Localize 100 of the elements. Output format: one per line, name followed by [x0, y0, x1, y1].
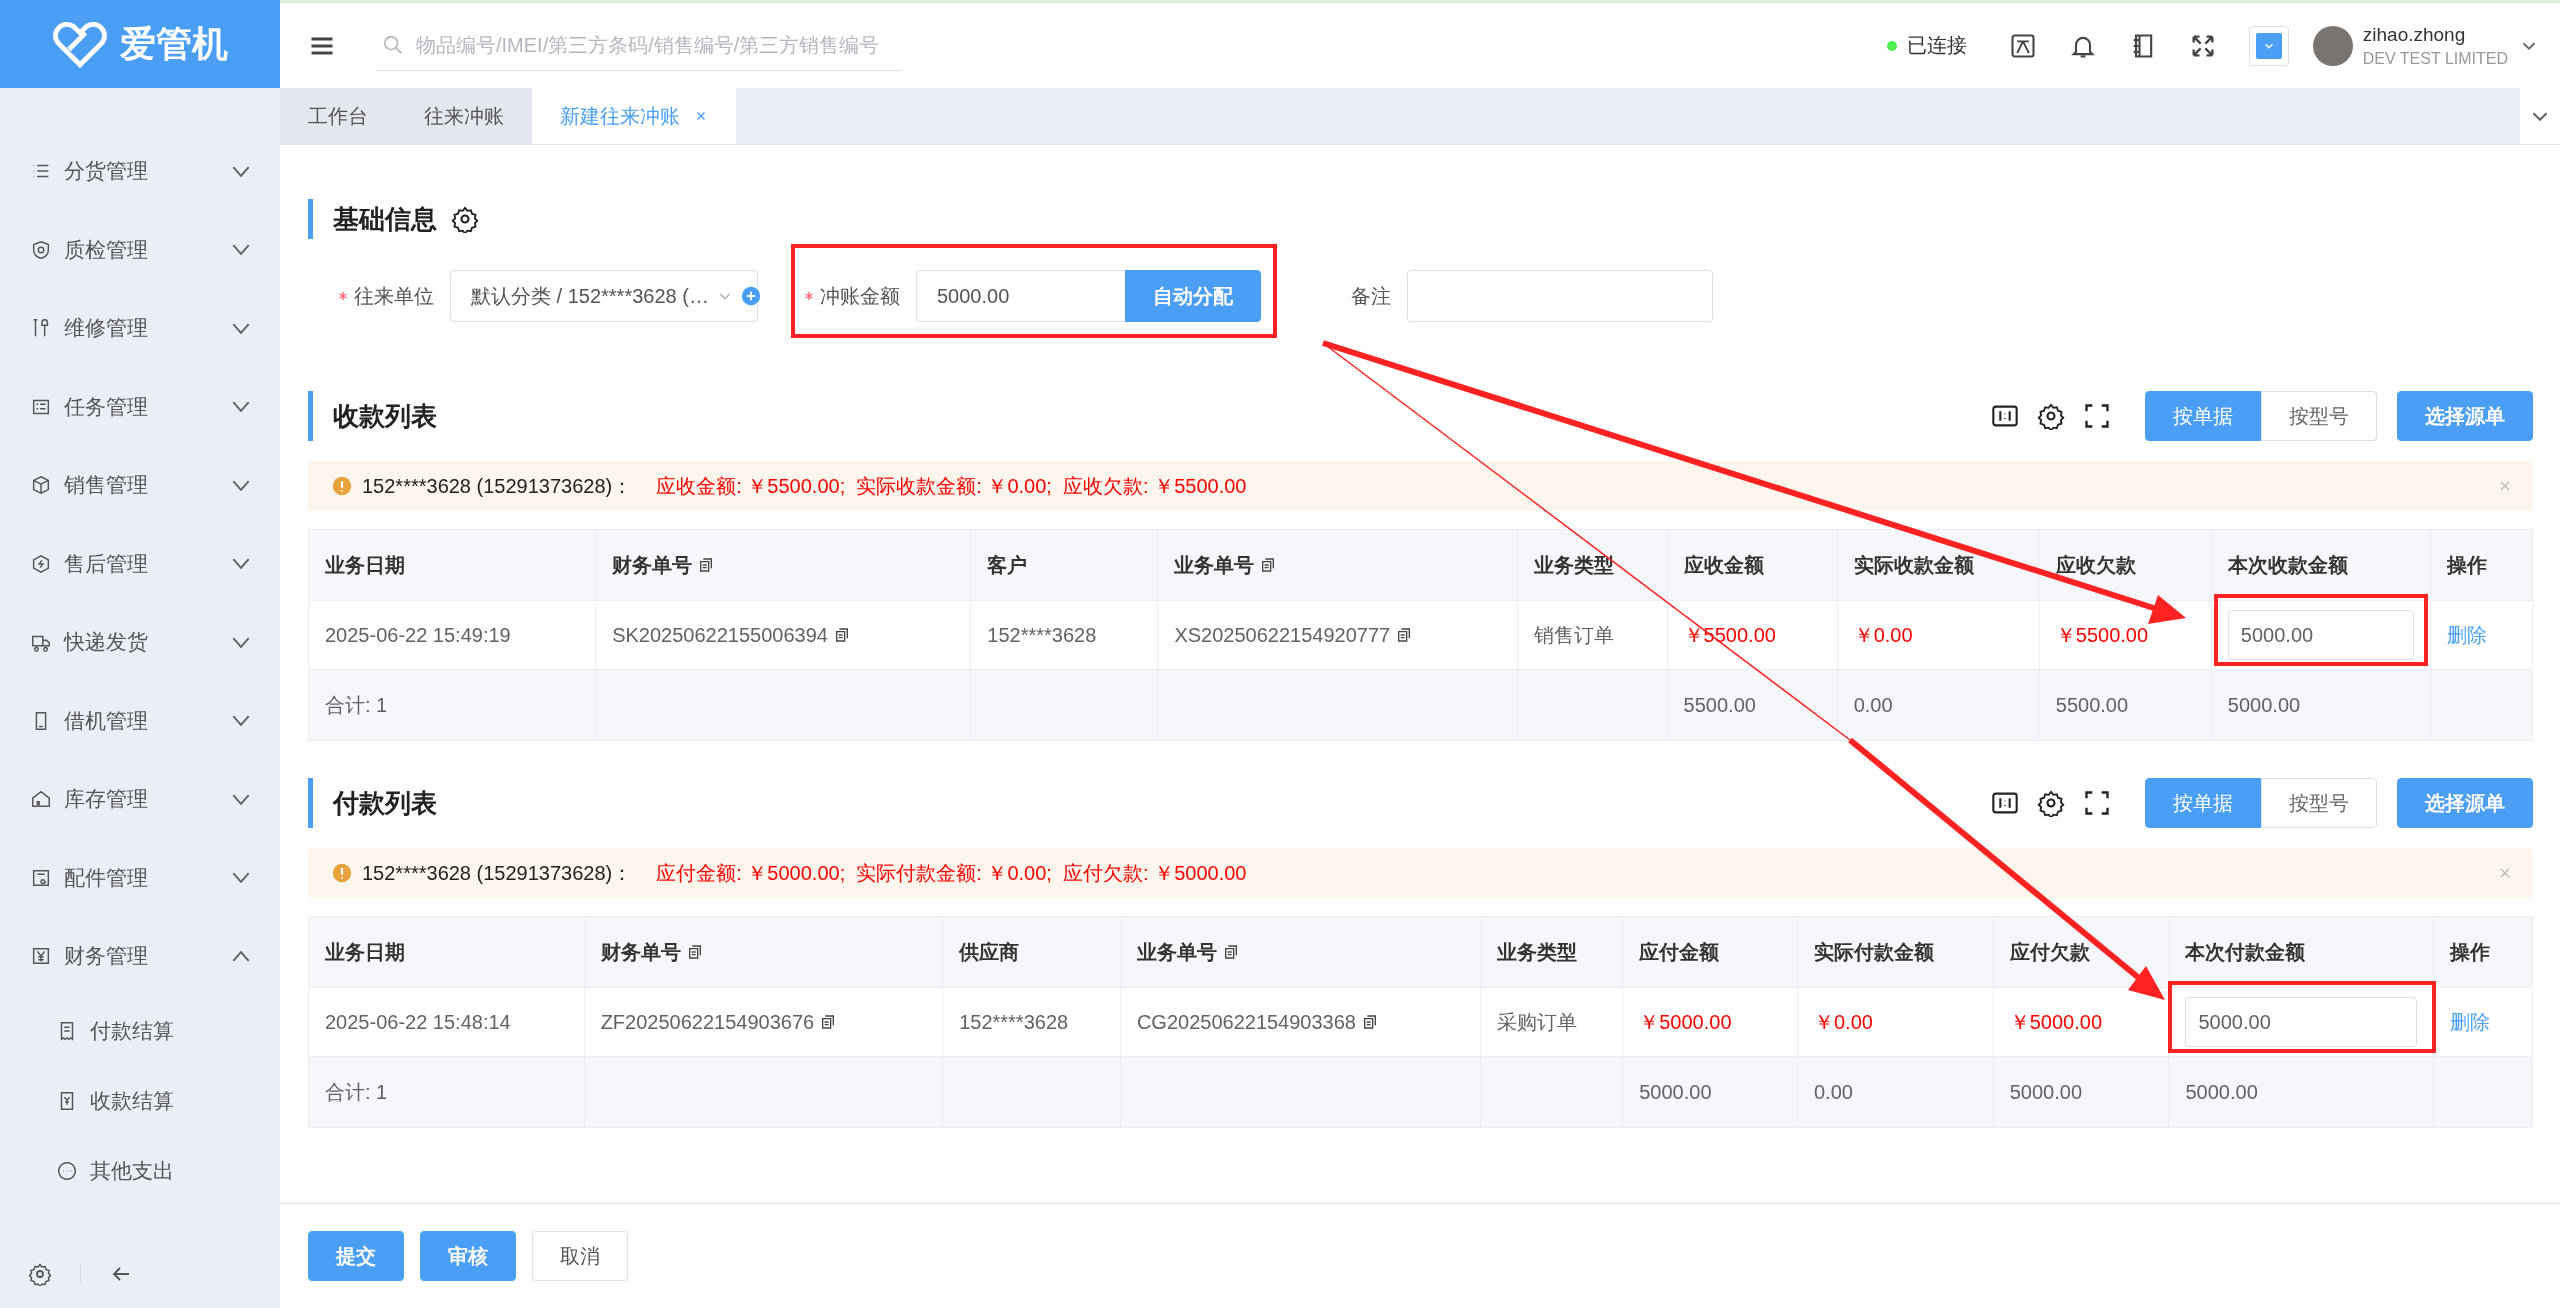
- table-cell: ZF20250622154903676: [600, 1010, 815, 1034]
- column-header: 业务日期: [309, 530, 597, 600]
- summary-cell: 0.00: [1814, 1080, 1853, 1104]
- settings-icon[interactable]: [28, 1262, 52, 1286]
- column-header: 操作: [2448, 939, 2492, 965]
- column-header: 实际收款金额: [1837, 530, 2040, 600]
- menu-item[interactable]: 财务管理: [0, 917, 280, 996]
- logo-text: 爱管机: [120, 21, 228, 66]
- column-header: 财务单号: [600, 939, 681, 965]
- copy-icon[interactable]: [820, 1014, 837, 1030]
- hexagon-icon: [30, 552, 52, 575]
- select-value: 默认分类 / 152****3628 (…: [471, 283, 709, 309]
- submenu-item[interactable]: 收款结算: [0, 1065, 280, 1136]
- menu-item[interactable]: 分货管理: [0, 132, 280, 211]
- menu-item[interactable]: 维修管理: [0, 289, 280, 368]
- settings-icon[interactable]: [2037, 789, 2065, 817]
- menu-label: 财务管理: [64, 943, 149, 970]
- copy-icon[interactable]: [833, 627, 850, 643]
- copy-icon[interactable]: [1260, 557, 1277, 573]
- field-label: 往来单位: [354, 283, 434, 309]
- fullscreen-icon[interactable]: [2083, 402, 2111, 430]
- copy-icon[interactable]: [686, 944, 703, 960]
- dropdown-button[interactable]: [2248, 25, 2289, 66]
- column-header: 供应商: [943, 917, 1121, 987]
- summary-cell: 0.00: [1853, 693, 1893, 717]
- menu-label: 库存管理: [64, 786, 149, 813]
- menu-item[interactable]: 快递发货: [0, 603, 280, 682]
- menu-item[interactable]: 配件管理: [0, 838, 280, 917]
- menu-item[interactable]: 销售管理: [0, 446, 280, 525]
- summary-cell: 5000.00: [2185, 1080, 2258, 1104]
- fullscreen-icon[interactable]: [2083, 789, 2111, 817]
- summary-cell: 5000.00: [2009, 1080, 2082, 1104]
- amount-field[interactable]: 5000.00: [2227, 610, 2414, 660]
- menu-item[interactable]: 任务管理: [0, 367, 280, 446]
- menu-label: 分货管理: [64, 158, 149, 185]
- alert-party: 152****3628 (15291373628)：: [362, 860, 633, 886]
- footer-button[interactable]: 取消: [532, 1231, 628, 1281]
- summary-cell: 5000.00: [1639, 1080, 1712, 1104]
- menu-label: 维修管理: [64, 315, 149, 342]
- copy-icon[interactable]: [1222, 944, 1239, 960]
- tab[interactable]: 工作台: [280, 88, 396, 144]
- column-header: 业务类型: [1517, 530, 1668, 600]
- submenu-item[interactable]: 其他支出: [0, 1135, 280, 1206]
- column-header: 业务单号: [1174, 552, 1255, 578]
- field-label: 冲账金额: [820, 283, 900, 309]
- column-header: 业务日期: [309, 917, 585, 987]
- copy-icon[interactable]: [1362, 1014, 1378, 1030]
- chevron-down-icon: [2531, 110, 2549, 122]
- column-header: 实际付款金额: [1798, 917, 1994, 987]
- summary-cell: 5500.00: [2055, 693, 2129, 717]
- menu-label: 质检管理: [64, 236, 149, 263]
- view-toggle-button[interactable]: 按型号: [2261, 391, 2377, 441]
- search-field[interactable]: 物品编号/IMEI/第三方条码/销售编号/第三方销售编号: [376, 20, 902, 71]
- summary-cell-text: 合计: 1: [325, 692, 388, 718]
- select-field[interactable]: 默认分类 / 152****3628 (…: [450, 270, 758, 322]
- menu-item[interactable]: 库存管理: [0, 760, 280, 839]
- summary-cell: 5500.00: [1683, 693, 1756, 717]
- column-header: 财务单号: [612, 552, 693, 578]
- menu-label: 任务管理: [64, 393, 149, 420]
- column-header: 业务类型: [1481, 917, 1624, 987]
- plus-circle-icon[interactable]: [740, 286, 761, 306]
- alert-party: 152****3628 (15291373628)：: [362, 473, 633, 499]
- alert-summary: 应付金额: ￥5000.00; 实际付款金额: ￥0.00; 应付欠款: ￥5000.00: [656, 860, 1247, 886]
- column-header: 应收金额: [1667, 530, 1838, 600]
- menu-item[interactable]: 借机管理: [0, 681, 280, 760]
- menu-label: 借机管理: [64, 707, 149, 734]
- column-header: 客户: [971, 530, 1159, 600]
- translate-icon[interactable]: [2008, 31, 2037, 60]
- chevron-down-icon: [2255, 32, 2282, 59]
- menu-item[interactable]: 质检管理: [0, 210, 280, 289]
- copy-icon[interactable]: [698, 557, 715, 573]
- box-icon: [30, 474, 52, 497]
- field-label: 备注: [1351, 283, 1391, 309]
- section-title: 付款列表: [333, 787, 437, 820]
- heart-logo-icon: [52, 19, 108, 69]
- column-header: 业务单号: [1136, 939, 1217, 965]
- menu-label: 配件管理: [64, 864, 149, 891]
- settings-icon[interactable]: [451, 205, 479, 233]
- view-toggle-button[interactable]: 按型号: [2261, 778, 2377, 828]
- copy-icon[interactable]: [1396, 627, 1413, 643]
- settings-icon[interactable]: [2037, 402, 2065, 430]
- remark-field[interactable]: [1407, 270, 1713, 322]
- connection-status: 已连接: [1906, 33, 1967, 58]
- menu-label: 收款结算: [90, 1087, 175, 1114]
- menu-label: 付款结算: [90, 1017, 175, 1044]
- menu-item[interactable]: 售后管理: [0, 524, 280, 603]
- menu-label: 其他支出: [90, 1157, 175, 1184]
- submenu-item[interactable]: 付款结算: [0, 995, 280, 1066]
- table-cell: XS20250622154920777: [1174, 623, 1391, 647]
- amount-field[interactable]: 5000.00: [2185, 997, 2418, 1047]
- search-icon: [382, 34, 404, 56]
- tab[interactable]: 往来冲账: [396, 88, 532, 144]
- warning-icon: [332, 476, 352, 496]
- section-title: 基础信息: [333, 202, 437, 236]
- column-header: 本次收款金额: [2211, 530, 2431, 600]
- menu-label: 快递发货: [64, 629, 149, 656]
- menu-label: 销售管理: [64, 472, 149, 499]
- avatar[interactable]: [2312, 25, 2353, 66]
- summary-cell-text: 合计: 1: [325, 1079, 388, 1105]
- section-title: 收款列表: [333, 400, 437, 433]
